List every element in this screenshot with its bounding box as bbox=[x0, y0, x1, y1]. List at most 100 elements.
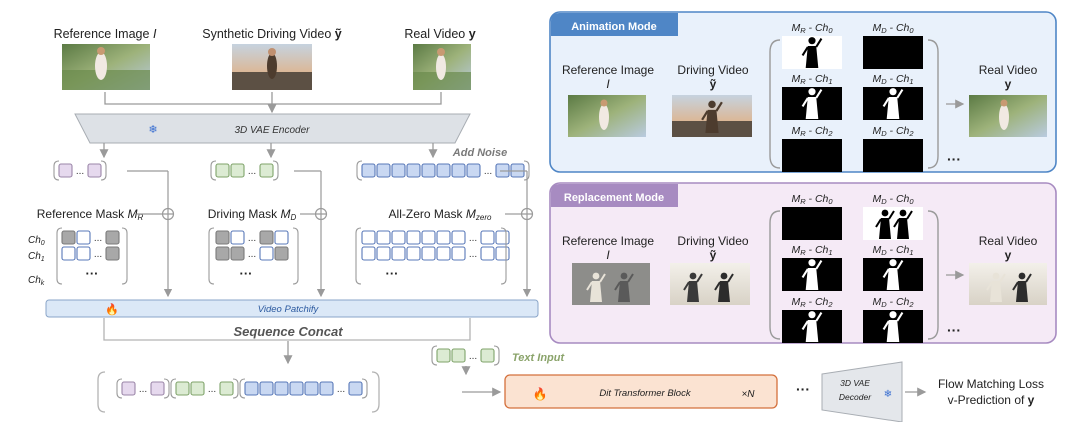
mask-cell bbox=[495, 230, 510, 245]
bracket-right bbox=[100, 160, 107, 181]
token-cell bbox=[421, 163, 436, 178]
ellipsis: ... bbox=[337, 384, 345, 395]
ellipsis: ... bbox=[94, 249, 102, 260]
reference-photo bbox=[62, 44, 150, 90]
driving-photo bbox=[670, 263, 750, 305]
driving-mask-grid: ...... ··· bbox=[215, 230, 289, 281]
token-cell bbox=[87, 163, 102, 178]
reference-photo bbox=[568, 95, 646, 137]
vae-decoder: 3D VAE Decoder ❄ bbox=[821, 361, 903, 423]
vae-decoder-label-2: Decoder bbox=[839, 392, 872, 402]
sequence-ellipsis: ··· bbox=[796, 381, 810, 397]
video-patchify-block: 🔥 Video Patchify bbox=[45, 299, 539, 318]
synthetic-video-photo bbox=[232, 44, 312, 90]
token-cell bbox=[319, 381, 334, 396]
mask-cell bbox=[451, 246, 466, 261]
ellipsis: ... bbox=[139, 384, 147, 395]
mask-cell bbox=[259, 246, 274, 261]
mask-tile bbox=[782, 258, 842, 291]
mask-grids: ...... ···...... ···...... ··· bbox=[56, 227, 510, 285]
mask-cell bbox=[421, 246, 436, 261]
vae-decoder-label-1: 3D VAE bbox=[840, 378, 870, 388]
real-video-label: Real Video y bbox=[404, 27, 475, 41]
token-cell bbox=[436, 348, 451, 363]
reference-image-label: Reference Image I bbox=[54, 27, 157, 41]
ellipsis: ··· bbox=[947, 322, 961, 338]
bracket-left bbox=[116, 378, 123, 399]
synthetic-video-label: Synthetic Driving Video ỹ bbox=[202, 27, 342, 41]
driving-video-label: Driving Video bbox=[677, 63, 748, 77]
text-input-label: Text Input bbox=[512, 352, 565, 364]
ellipsis: ··· bbox=[386, 266, 399, 281]
reference-image-label: Reference Image bbox=[562, 234, 654, 248]
zero-mask-grid: ...... ··· bbox=[361, 230, 510, 281]
mask-cell bbox=[259, 230, 274, 245]
token-cell bbox=[274, 381, 289, 396]
driving-video-symbol: ỹ bbox=[710, 77, 717, 91]
latent-token-row: ......... bbox=[53, 160, 530, 181]
pipeline-diagram: Reference Image I Synthetic Driving Vide… bbox=[28, 11, 1057, 423]
zero-mask-label: All-Zero Mask Mzero bbox=[389, 207, 492, 222]
mask-label: MR - Ch1 bbox=[791, 73, 832, 86]
mask-label: MR - Ch0 bbox=[791, 22, 833, 35]
mask-cell bbox=[361, 230, 376, 245]
bracket-right bbox=[272, 160, 279, 181]
mask-cell bbox=[436, 230, 451, 245]
mode-tag: Replacement Mode bbox=[564, 192, 664, 204]
bracket-left bbox=[355, 227, 362, 285]
mask-tile bbox=[782, 36, 842, 69]
mask-label: MR - Ch0 bbox=[791, 193, 833, 206]
mask-label: MR - Ch2 bbox=[791, 296, 833, 309]
bracket-right bbox=[361, 378, 368, 399]
bracket-right bbox=[493, 345, 500, 366]
real-video-photo bbox=[413, 44, 471, 90]
add-noise-label: Add Noise bbox=[452, 147, 507, 159]
token-cell bbox=[451, 163, 466, 178]
driving-video-label: Driving Video bbox=[677, 234, 748, 248]
mask-cell bbox=[480, 230, 495, 245]
text-input-tokens: ... bbox=[431, 345, 500, 366]
concatenated-sequence: ......... bbox=[97, 371, 380, 413]
driving-photo bbox=[672, 95, 752, 137]
mask-label: MD - Ch0 bbox=[872, 193, 914, 206]
replacement-mode-panel: Replacement ModeReference ImageIDriving … bbox=[549, 182, 1057, 344]
vae-encoder: ❄ 3D VAE Encoder bbox=[74, 113, 471, 144]
token-cell bbox=[361, 163, 376, 178]
real-video-symbol: y bbox=[1005, 248, 1012, 262]
ellipsis: ... bbox=[469, 249, 477, 260]
reference-image-label: Reference Image bbox=[562, 63, 654, 77]
ellipsis: ... bbox=[469, 233, 477, 244]
reference-mask-grid: ...... ··· bbox=[61, 230, 120, 281]
reference-photo bbox=[572, 263, 650, 305]
mode-panels: Animation ModeReference ImageIDriving Vi… bbox=[549, 11, 1057, 344]
mask-cell bbox=[76, 246, 91, 261]
output-line-1: Flow Matching Loss bbox=[938, 377, 1044, 391]
times-n-label: ×N bbox=[741, 389, 755, 400]
outer-bracket-right bbox=[371, 371, 380, 413]
ellipsis: ··· bbox=[947, 151, 961, 167]
mask-cell bbox=[391, 230, 406, 245]
mask-tile bbox=[863, 310, 923, 343]
token-cell bbox=[289, 381, 304, 396]
mask-tile bbox=[863, 36, 923, 69]
bracket-left bbox=[356, 160, 363, 181]
ellipsis: ... bbox=[94, 233, 102, 244]
bracket-left bbox=[210, 160, 217, 181]
mask-cell bbox=[451, 230, 466, 245]
real-video-label: Real Video bbox=[979, 234, 1038, 248]
mode-tag: Animation Mode bbox=[571, 21, 657, 33]
bracket-left bbox=[431, 345, 438, 366]
mask-label: MD - Ch2 bbox=[872, 296, 914, 309]
ellipsis: ... bbox=[484, 166, 492, 177]
token-cell bbox=[230, 163, 245, 178]
ellipsis: ... bbox=[208, 384, 216, 395]
mask-tile bbox=[863, 258, 923, 291]
mask-tile bbox=[863, 139, 923, 172]
mask-cell bbox=[421, 230, 436, 245]
mask-tile bbox=[782, 87, 842, 120]
mask-tile bbox=[782, 139, 842, 172]
ellipsis: ... bbox=[469, 351, 477, 362]
channel-label-0: Ch0 bbox=[28, 235, 45, 247]
token-cell bbox=[215, 163, 230, 178]
real-video-label: Real Video bbox=[979, 63, 1038, 77]
